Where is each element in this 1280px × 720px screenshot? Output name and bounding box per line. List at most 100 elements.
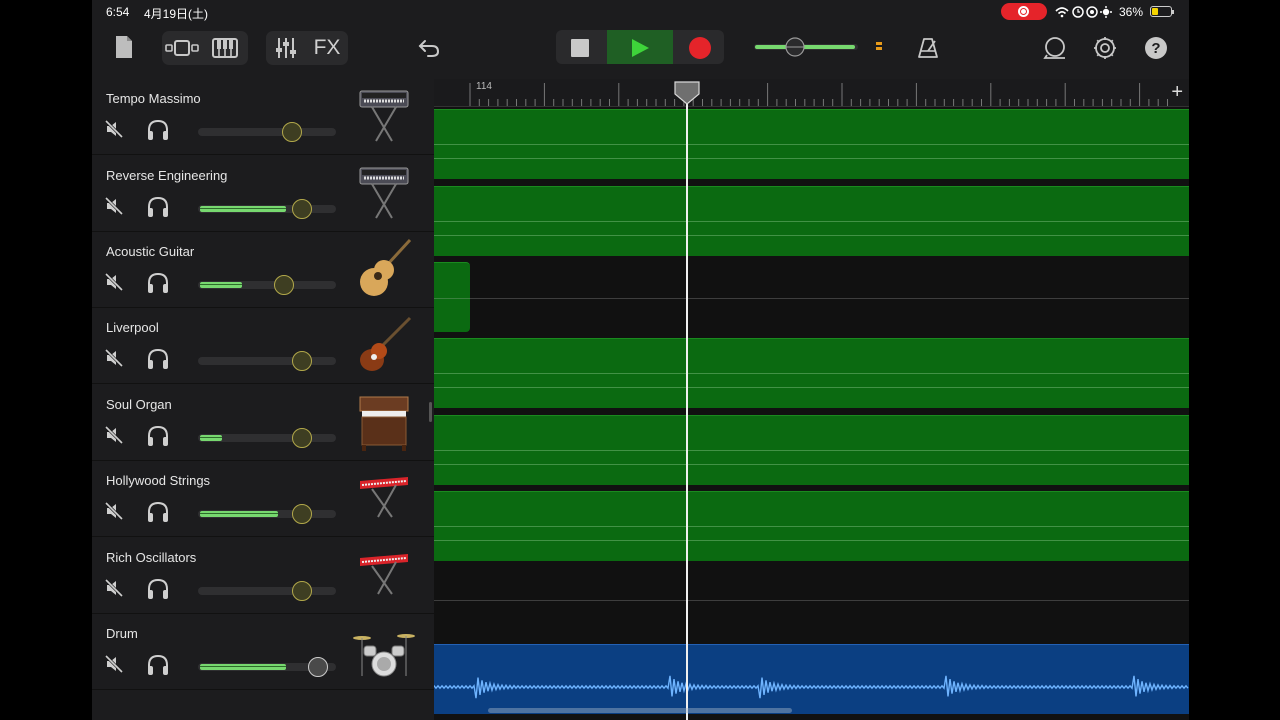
volume-slider[interactable] [198, 128, 336, 136]
status-date: 4月19日(土) [144, 7, 209, 21]
mute-speaker-icon[interactable] [104, 654, 124, 674]
track-header[interactable]: Acoustic Guitar [92, 232, 434, 308]
document-icon [116, 36, 132, 58]
mute-speaker-icon[interactable] [104, 348, 124, 368]
volume-meter [200, 206, 286, 212]
acoustic-guitar-icon[interactable] [352, 238, 416, 300]
piano-keys-icon [212, 38, 238, 58]
volume-knob[interactable] [292, 351, 312, 371]
region-gridline [434, 373, 1189, 374]
track-header[interactable]: Rich Oscillators [92, 538, 434, 614]
solo-headphones-icon[interactable] [146, 425, 170, 447]
solo-headphones-icon[interactable] [146, 272, 170, 294]
volume-knob[interactable] [308, 657, 328, 677]
vertical-scrollbar[interactable] [429, 402, 432, 422]
track-header[interactable]: Drum [92, 614, 434, 690]
volume-meter [200, 664, 286, 670]
organ-icon[interactable] [352, 391, 416, 453]
track-lanes[interactable] [433, 107, 1189, 720]
volume-knob[interactable] [292, 199, 312, 219]
volume-slider[interactable] [198, 587, 336, 595]
midi-region[interactable] [434, 338, 1189, 408]
red-keyboard-icon[interactable] [352, 467, 416, 529]
red-keyboard-icon[interactable] [352, 544, 416, 606]
audio-region[interactable] [433, 644, 1189, 714]
midi-region[interactable] [434, 186, 1189, 256]
track-lane[interactable] [434, 186, 1189, 256]
record-button[interactable] [685, 35, 715, 61]
mute-speaker-icon[interactable] [104, 501, 124, 521]
region-gridline [434, 387, 1189, 388]
volume-knob[interactable] [292, 428, 312, 448]
horizontal-scrollbar[interactable] [488, 708, 792, 713]
track-header[interactable]: Tempo Massimo [92, 79, 434, 155]
solo-headphones-icon[interactable] [146, 119, 170, 141]
solo-headphones-icon[interactable] [146, 578, 170, 600]
track-name: Drum [106, 626, 138, 641]
tracks-view-button[interactable] [164, 36, 200, 60]
midi-region[interactable] [434, 262, 470, 332]
battery-level [1152, 8, 1158, 15]
master-volume-track [754, 37, 858, 57]
playhead[interactable] [686, 82, 688, 720]
track-header[interactable]: Reverse Engineering [92, 156, 434, 232]
svg-text:?: ? [1151, 40, 1160, 57]
fx-button[interactable]: FX [310, 34, 344, 62]
loop-icon [1043, 37, 1065, 59]
mute-speaker-icon[interactable] [104, 578, 124, 598]
mute-speaker-icon[interactable] [104, 272, 124, 292]
volume-knob[interactable] [292, 581, 312, 601]
playhead-handle[interactable] [673, 81, 701, 105]
track-lane[interactable] [433, 644, 1189, 714]
add-section-button[interactable]: + [1171, 81, 1183, 104]
track-header[interactable]: Liverpool [92, 308, 434, 384]
track-lane[interactable] [434, 491, 1189, 561]
screen-recording-icon[interactable] [1001, 3, 1047, 20]
track-lane[interactable] [434, 338, 1189, 408]
ruler-ticks [469, 83, 1168, 106]
synth-keyboard-icon[interactable] [352, 162, 416, 224]
track-header[interactable]: Soul Organ [92, 385, 434, 461]
track-lane[interactable] [434, 262, 1189, 332]
solo-headphones-icon[interactable] [146, 501, 170, 523]
midi-region[interactable] [434, 491, 1189, 561]
track-lane[interactable] [434, 109, 1189, 179]
mixer-button[interactable] [272, 35, 300, 61]
level-meter-indicator [874, 40, 884, 52]
volume-knob[interactable] [274, 275, 294, 295]
track-header[interactable]: Hollywood Strings [92, 461, 434, 537]
midi-region[interactable] [434, 109, 1189, 179]
keyboard-button[interactable] [208, 36, 242, 60]
volume-slider[interactable] [198, 357, 336, 365]
bass-guitar-icon[interactable] [352, 314, 416, 376]
solo-headphones-icon[interactable] [146, 348, 170, 370]
play-button[interactable] [625, 35, 655, 61]
master-volume-slider[interactable] [752, 36, 864, 58]
stop-button[interactable] [567, 36, 593, 60]
loop-browser-button[interactable] [1042, 34, 1068, 62]
mute-speaker-icon[interactable] [104, 425, 124, 445]
settings-button[interactable] [1092, 34, 1118, 62]
timeline-ruler[interactable]: 114 + [434, 79, 1189, 107]
undo-button[interactable] [416, 36, 442, 60]
volume-knob[interactable] [292, 504, 312, 524]
track-lane[interactable] [434, 566, 1189, 636]
solo-headphones-icon[interactable] [146, 654, 170, 676]
mute-speaker-icon[interactable] [104, 196, 124, 216]
track-lane[interactable] [434, 415, 1189, 485]
help-button[interactable]: ? [1143, 35, 1169, 61]
synth-keyboard-icon[interactable] [352, 85, 416, 147]
region-gridline [434, 158, 1189, 159]
solo-headphones-icon[interactable] [146, 196, 170, 218]
midi-region[interactable] [434, 415, 1189, 485]
app-window: 6:54 4月19日(土) 36% FX ? Tempo Massimo Rev… [92, 0, 1189, 720]
metronome-button[interactable] [915, 34, 941, 62]
document-button[interactable] [112, 34, 136, 60]
region-gridline [434, 526, 1189, 527]
region-gridline [434, 540, 1189, 541]
drum-kit-icon[interactable] [352, 620, 416, 682]
volume-knob[interactable] [282, 122, 302, 142]
track-headers: Tempo Massimo Reverse Engineering Acoustic… [92, 79, 434, 720]
mute-speaker-icon[interactable] [104, 119, 124, 139]
stop-icon [571, 39, 589, 57]
